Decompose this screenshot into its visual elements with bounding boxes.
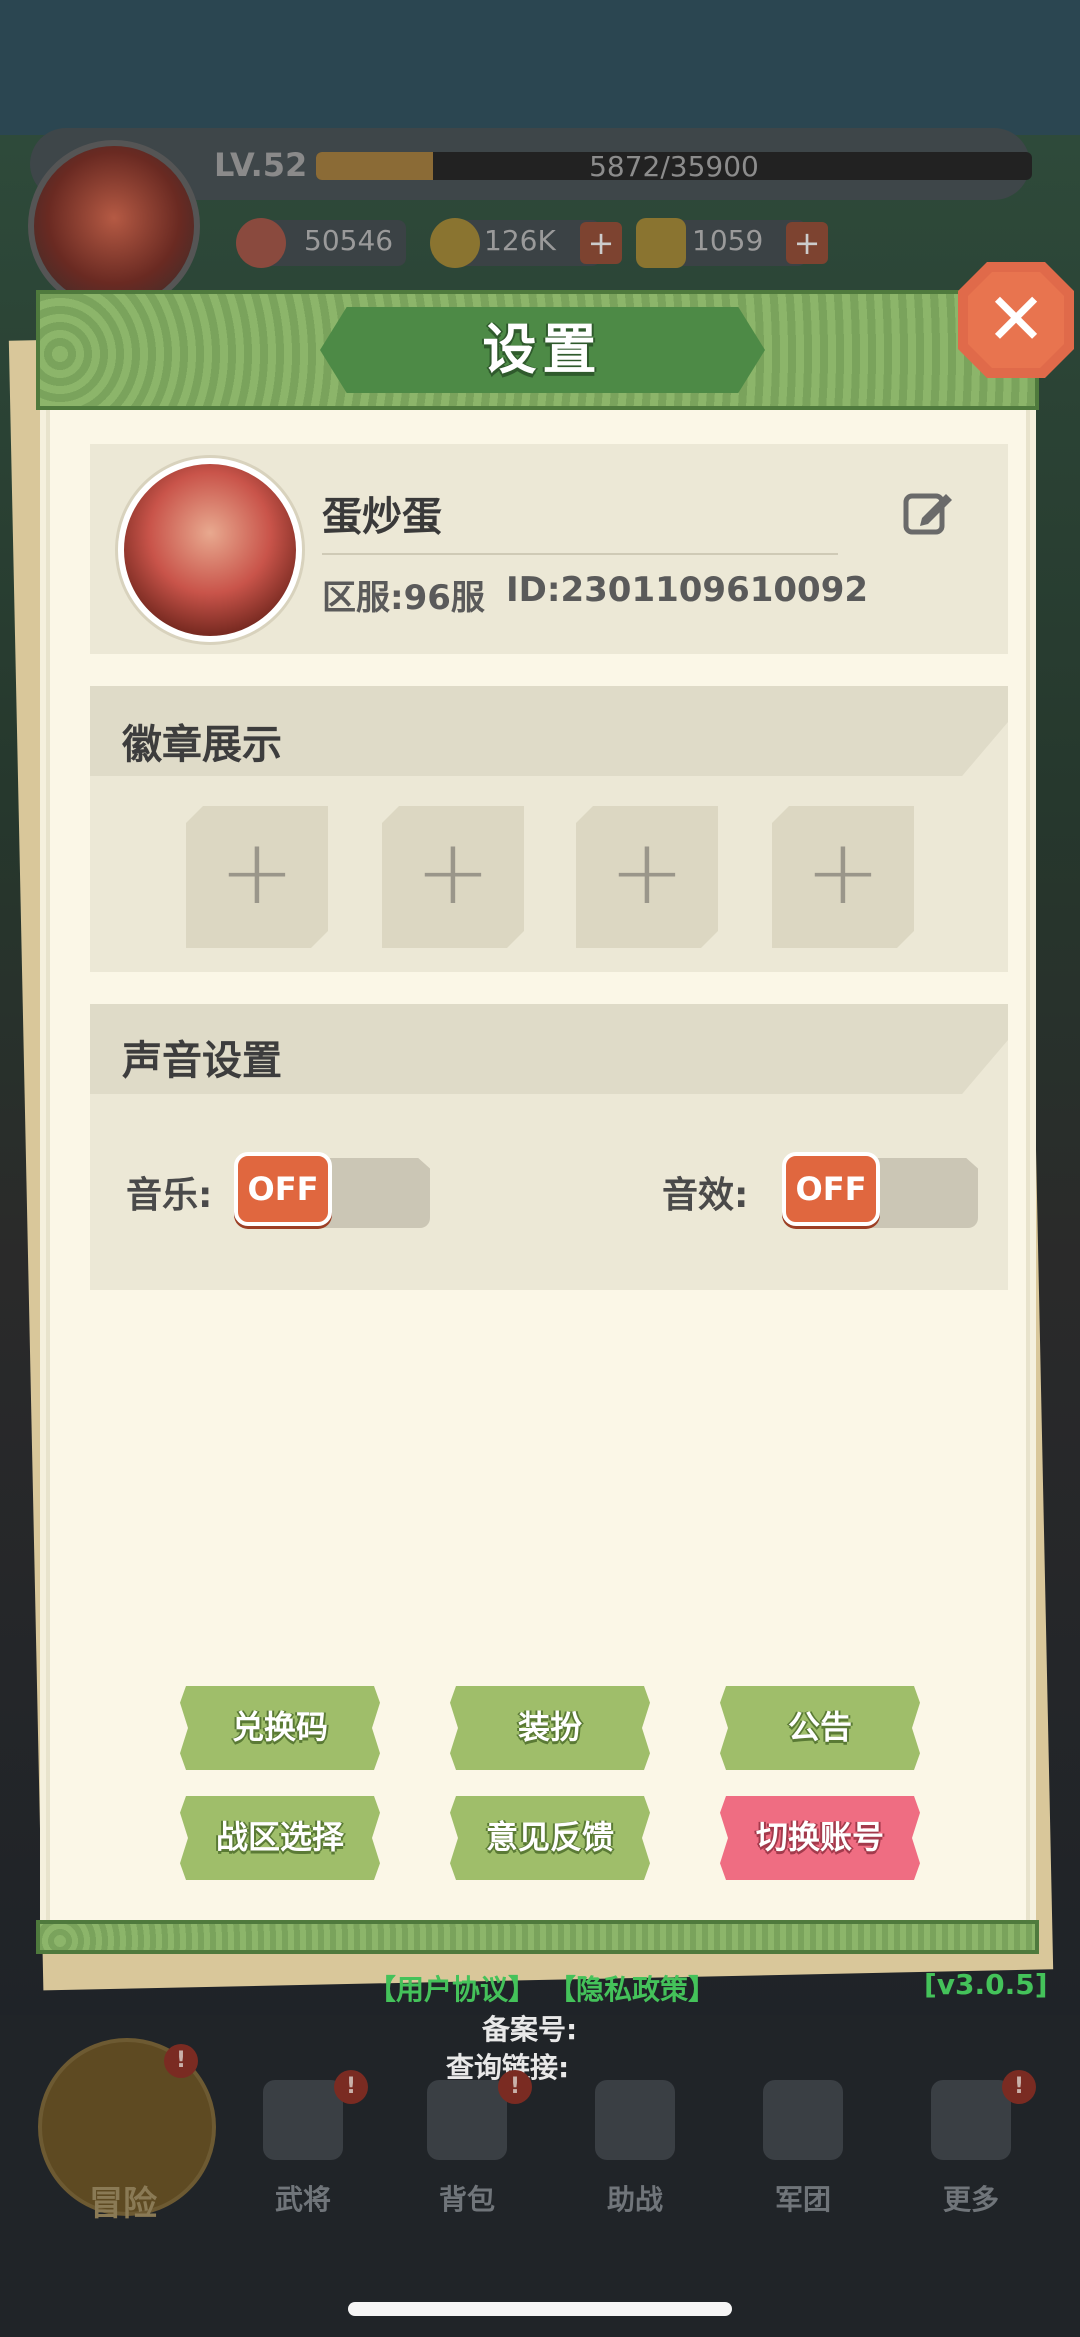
gold-add-button[interactable]: + [580, 222, 622, 264]
profile-divider [322, 553, 838, 555]
redeem-code-button[interactable]: 兑换码 [180, 1686, 380, 1770]
ingot-icon [636, 218, 686, 268]
nav-assist[interactable]: 助战 [570, 2070, 700, 2260]
nav-adventure-alert-icon: ! [164, 2044, 198, 2078]
profile-avatar[interactable] [118, 458, 302, 642]
bag-icon [427, 2080, 507, 2160]
sound-section-title: 声音设置 [122, 1038, 282, 1084]
alert-icon: ! [498, 2070, 532, 2104]
alert-icon: ! [334, 2070, 368, 2104]
home-indicator[interactable] [348, 2302, 732, 2316]
announcement-button[interactable]: 公告 [720, 1686, 920, 1770]
nav-generals[interactable]: ! 武将 [238, 2070, 368, 2260]
nav-adventure-label: 冒险 [89, 2184, 157, 2224]
sfx-toggle-knob[interactable]: OFF [782, 1152, 880, 1226]
nav-legion[interactable]: 军团 [738, 2070, 868, 2260]
feedback-button[interactable]: 意见反馈 [450, 1796, 650, 1880]
player-level: LV.52 [214, 146, 308, 184]
server-select-button[interactable]: 战区选择 [180, 1796, 380, 1880]
dialog-footer [36, 1920, 1039, 1954]
nav-bag[interactable]: ! 背包 [402, 2070, 532, 2260]
dialog-title: 设置 [482, 318, 603, 381]
gold-value: 126K [484, 224, 556, 257]
nav-legion-label: 军团 [774, 2183, 831, 2216]
nav-more[interactable]: ! 更多 [906, 2070, 1036, 2260]
badge-slot-add[interactable]: + [382, 806, 524, 948]
xp-text: 5872/35900 [589, 150, 759, 183]
power-swords-icon [236, 218, 286, 268]
nav-more-label: 更多 [942, 2183, 999, 2216]
nav-generals-label: 武将 [274, 2183, 331, 2216]
badge-slot-add[interactable]: + [576, 806, 718, 948]
close-icon: ✕ [968, 272, 1064, 368]
nav-assist-label: 助战 [606, 2183, 663, 2216]
nav-bag-label: 背包 [438, 2183, 495, 2216]
version-label: [v3.0.5] [924, 1968, 1048, 2001]
alert-icon: ! [1002, 2070, 1036, 2104]
grid-icon [931, 2080, 1011, 2160]
record-number: 备案号: [482, 2013, 578, 2046]
badge-section-title: 徽章展示 [122, 722, 282, 768]
user-agreement-link[interactable]: 【用户协议】 [368, 1968, 536, 2008]
switch-account-button[interactable]: 切换账号 [720, 1796, 920, 1880]
music-toggle-knob[interactable]: OFF [234, 1152, 332, 1226]
ingot-value: 1059 [692, 224, 764, 257]
ingot-add-button[interactable]: + [786, 222, 828, 264]
badge-slot-add[interactable]: + [772, 806, 914, 948]
player-avatar[interactable] [28, 140, 200, 312]
music-label: 音乐: [126, 1175, 213, 1216]
badge-slot-add[interactable]: + [186, 806, 328, 948]
dress-up-button[interactable]: 装扮 [450, 1686, 650, 1770]
edit-name-icon[interactable] [900, 484, 956, 540]
privacy-policy-link[interactable]: 【隐私政策】 [548, 1968, 716, 2008]
player-id: ID:2301109610092 [506, 570, 869, 610]
close-button[interactable]: ✕ [958, 262, 1074, 378]
sfx-label: 音效: [662, 1175, 749, 1216]
helmet-icon [263, 2080, 343, 2160]
profile-name: 蛋炒蛋 [322, 494, 442, 540]
background-top [0, 0, 1080, 135]
crossed-swords-icon [595, 2080, 675, 2160]
server-info: 区服:96服 [322, 578, 485, 618]
gold-coin-icon [430, 218, 480, 268]
power-value: 50546 [304, 224, 394, 257]
banner-icon [763, 2080, 843, 2160]
